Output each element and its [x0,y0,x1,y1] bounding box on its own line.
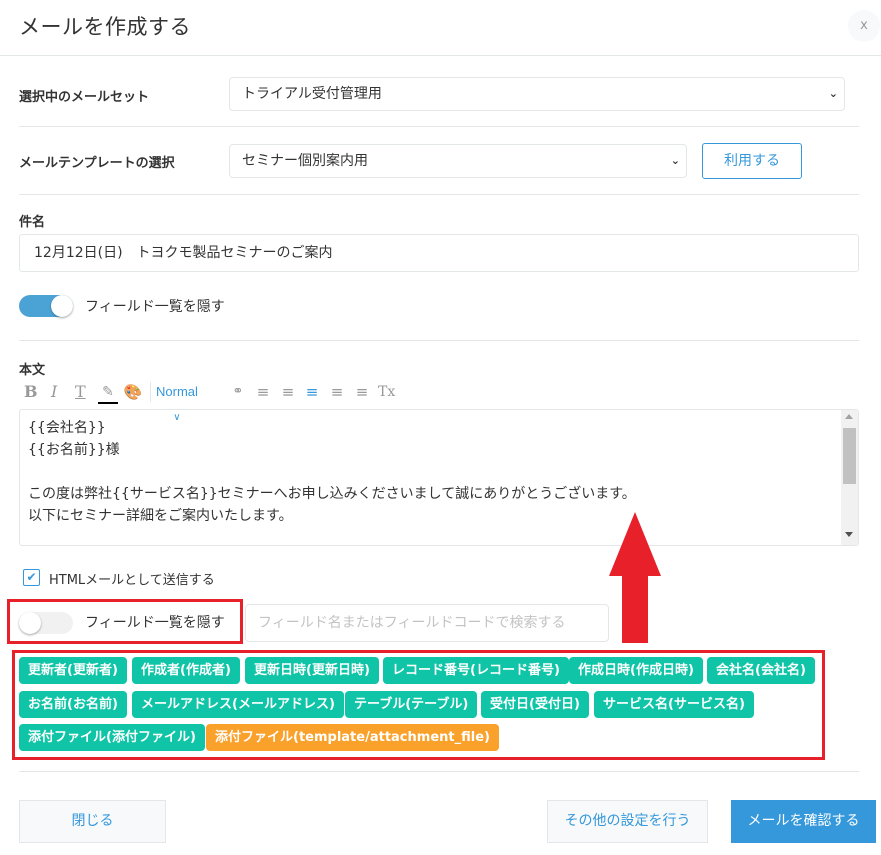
scroll-up-arrow-icon[interactable] [845,414,853,419]
scroll-down-arrow-icon[interactable] [845,532,853,537]
template-label: メールテンプレートの選択 [19,156,175,171]
field-chip[interactable]: メールアドレス(メールアドレス) [132,691,344,718]
field-chip[interactable]: 作成者(作成者) [132,657,240,684]
field-list-toggle-top-label: フィールド一覧を隠す [85,299,225,315]
divider [19,340,859,341]
link-button[interactable]: ⚭ [229,380,247,404]
body-label: 本文 [19,363,46,378]
align-right-icon: ≡ [355,383,369,401]
template-field-chip[interactable]: 添付ファイル(template/attachment_file) [206,724,499,751]
font-size-select[interactable]: Normal ∨ [156,380,198,423]
chevron-down-icon: ⌄ [670,154,680,167]
field-chip[interactable]: 添付ファイル(添付ファイル) [19,724,205,751]
mail-set-value: トライアル受付管理用 [242,86,382,102]
field-chip[interactable]: 作成日時(作成日時) [569,657,703,684]
field-chip[interactable]: テーブル(テーブル) [345,691,478,718]
field-chip[interactable]: お名前(お名前) [19,691,127,718]
dialog-header: メールを作成する x [0,0,881,56]
align-left-icon: ≡ [305,383,319,401]
divider [19,194,859,195]
template-value: セミナー個別案内用 [242,153,368,169]
footer-divider [19,771,859,772]
text-color-button[interactable]: ✎ [98,380,118,404]
scroll-thumb[interactable] [843,428,856,484]
field-chip[interactable]: サービス名(サービス名) [594,691,754,718]
toggle-knob [19,612,41,634]
field-list-toggle-bottom-label: フィールド一覧を隠す [85,615,225,631]
body-editor[interactable]: {{会社名}} {{お名前}}様 この度は弊社{{サービス名}}セミナーへお申し… [19,409,859,546]
close-button[interactable]: x [848,10,880,42]
field-list-toggle-top[interactable] [19,295,73,317]
divider [19,126,859,127]
use-template-button[interactable]: 利用する [702,143,802,179]
body-content[interactable]: {{会社名}} {{お名前}}様 この度は弊社{{サービス名}}セミナーへお申し… [28,417,838,527]
bullet-list-icon: ≡ [256,383,270,401]
confirm-mail-button[interactable]: メールを確認する [731,800,876,843]
ordered-list-icon: ≡ [281,383,295,401]
background-color-button[interactable]: 🎨 [123,380,143,404]
field-list-toggle-bottom[interactable] [19,612,73,634]
pencil-icon: ✎ [102,384,114,400]
other-settings-button[interactable]: その他の設定を行う [547,800,708,843]
underline-button[interactable]: T [75,380,86,404]
italic-button[interactable]: I [51,380,57,404]
checkmark-icon: ✔ [26,570,37,584]
align-center-button[interactable]: ≡ [328,380,346,404]
field-chip[interactable]: 更新者(更新者) [19,657,127,684]
mail-set-label: 選択中のメールセット [19,90,150,105]
toggle-knob [51,295,73,317]
close-dialog-button[interactable]: 閉じる [19,800,166,843]
template-select[interactable]: セミナー個別案内用 ⌄ [229,144,687,178]
field-chip[interactable]: 更新日時(更新日時) [245,657,379,684]
bold-button[interactable]: B [24,380,38,404]
font-size-value: Normal [156,384,198,399]
palette-icon: 🎨 [123,383,143,401]
annotation-arrow-icon [609,512,661,643]
ordered-list-button[interactable]: ≡ [279,380,297,404]
clear-format-button[interactable]: Tx [378,380,395,404]
toolbar-separator [150,382,151,402]
html-mail-label: HTMLメールとして送信する [49,573,215,588]
mail-set-select[interactable]: トライアル受付管理用 ⌄ [229,77,845,111]
editor-scrollbar[interactable] [841,410,858,545]
align-right-button[interactable]: ≡ [353,380,371,404]
align-center-icon: ≡ [330,383,344,401]
field-search-input[interactable]: フィールド名またはフィールドコードで検索する [245,604,609,642]
chevron-down-icon: ⌄ [828,87,838,100]
align-left-button[interactable]: ≡ [303,380,321,404]
field-chip[interactable]: 会社名(会社名) [707,657,815,684]
field-chip[interactable]: レコード番号(レコード番号) [383,657,569,684]
link-icon: ⚭ [232,384,244,399]
dialog-title: メールを作成する [19,15,191,39]
close-icon: x [860,18,868,33]
html-mail-checkbox[interactable]: ✔ [23,569,40,586]
bullet-list-button[interactable]: ≡ [254,380,272,404]
subject-label: 件名 [19,215,46,230]
subject-input[interactable]: 12月12日(日) トヨクモ製品セミナーのご案内 [19,234,859,272]
field-chip[interactable]: 受付日(受付日) [481,691,589,718]
